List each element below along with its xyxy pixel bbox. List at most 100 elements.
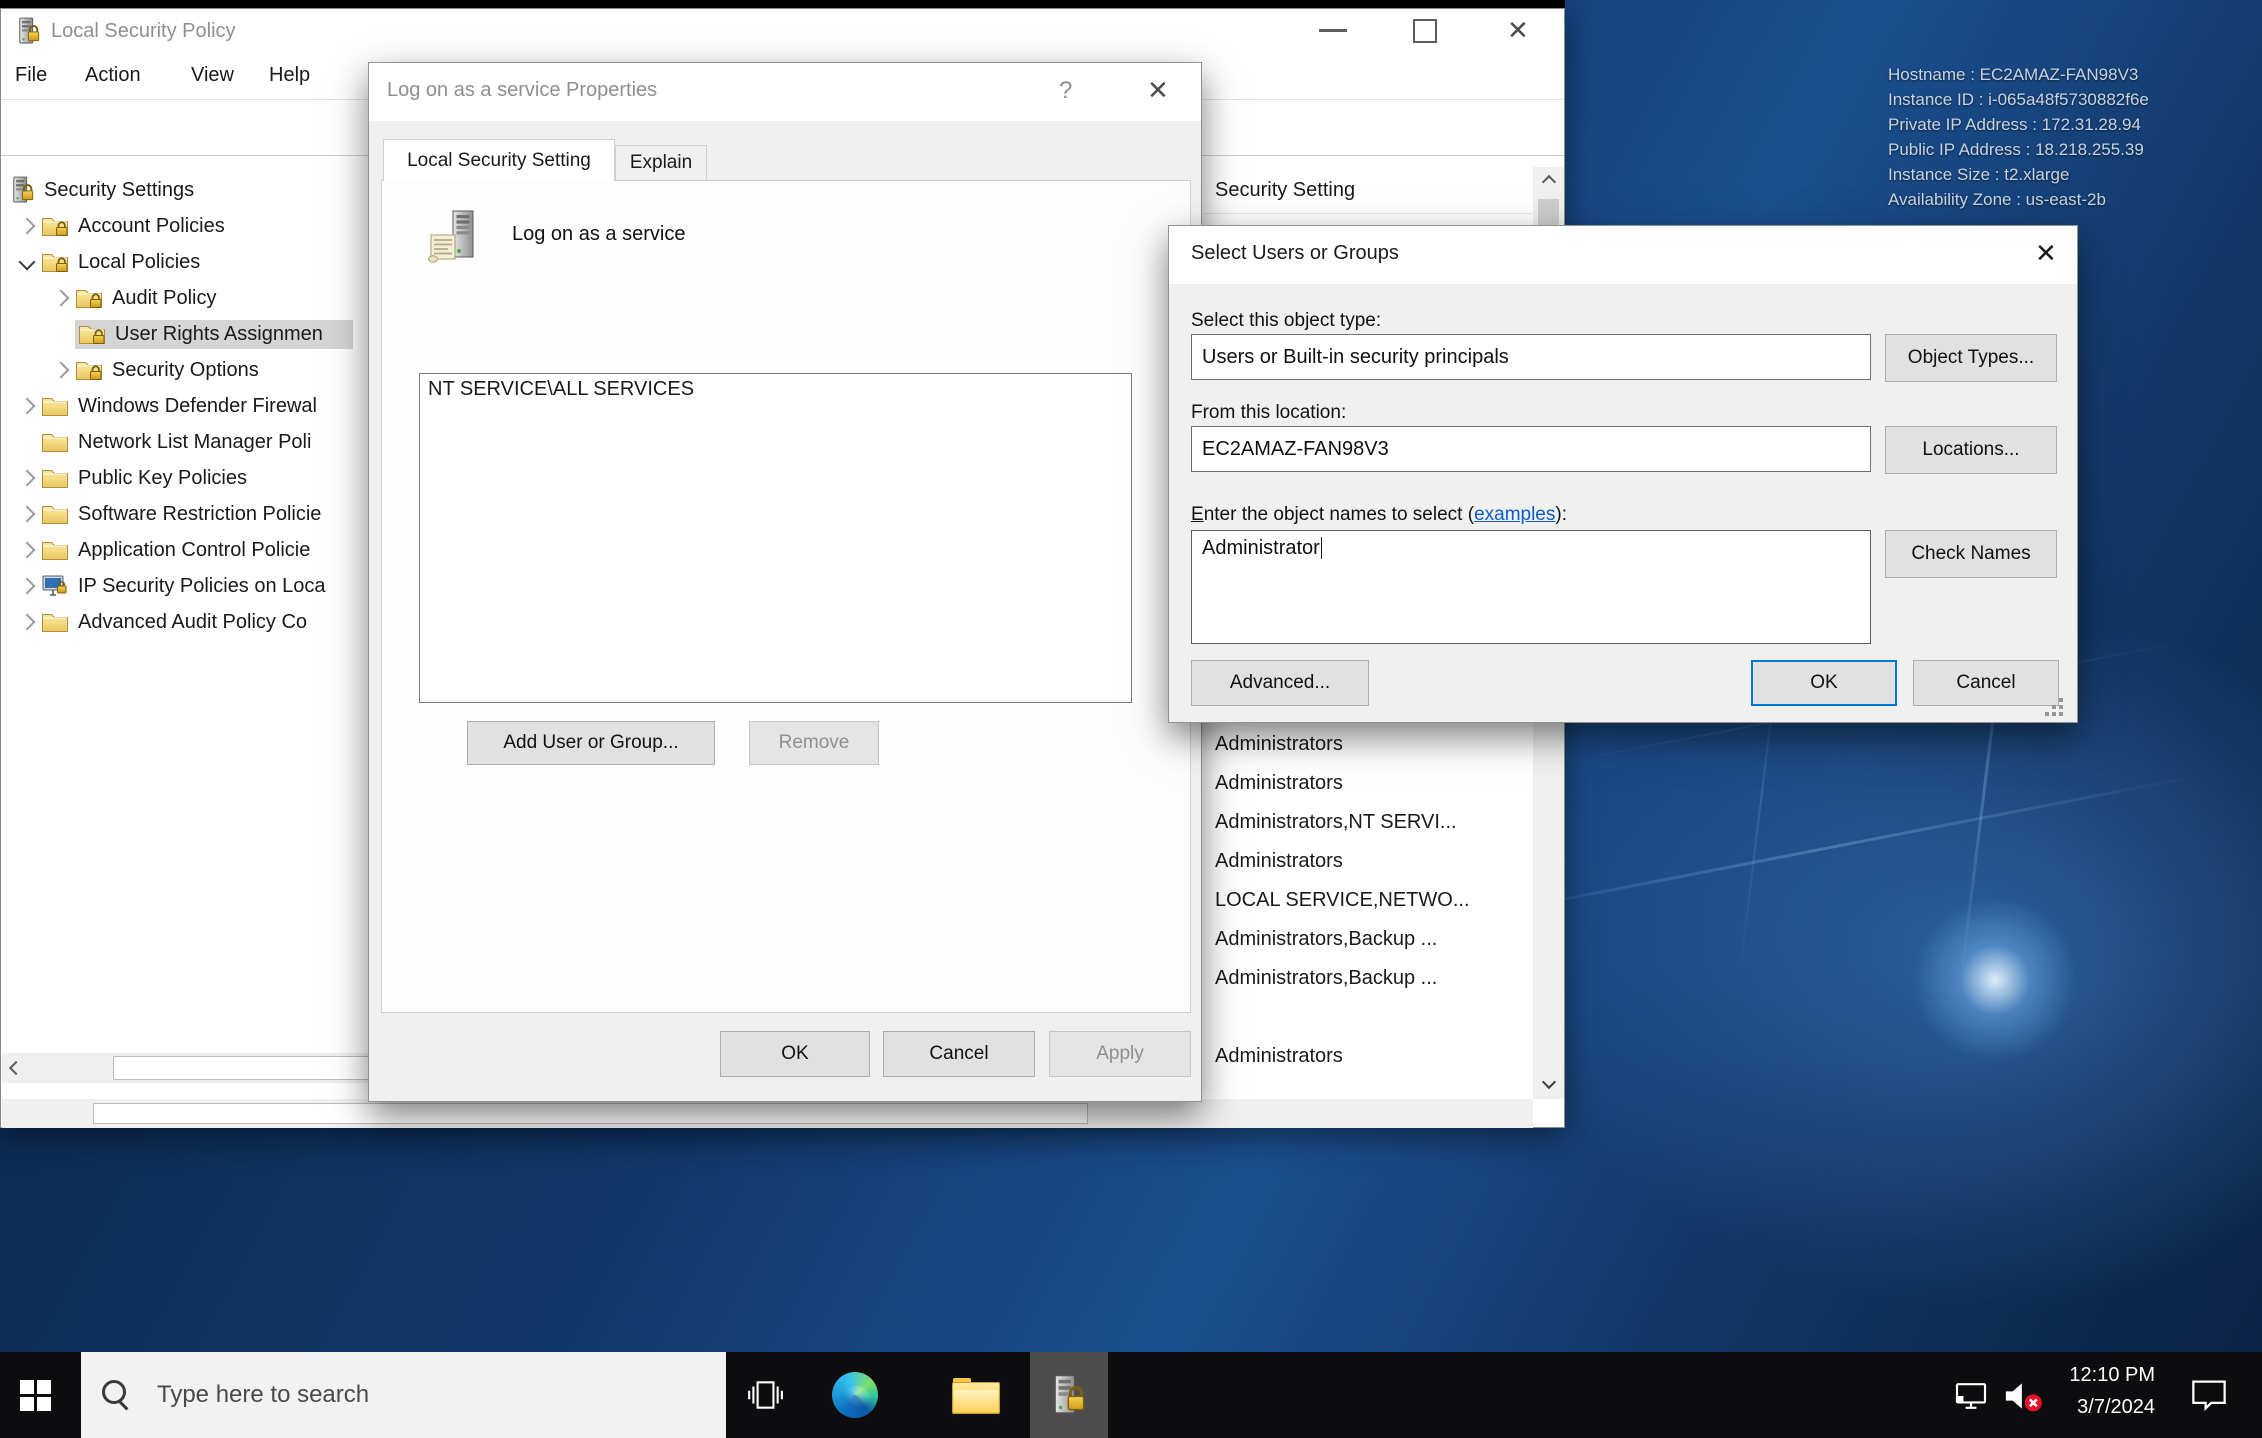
scroll-up-arrow[interactable] bbox=[1533, 167, 1564, 197]
menu-action[interactable]: Action bbox=[85, 64, 141, 87]
menu-help[interactable]: Help bbox=[269, 64, 310, 87]
network-tray-button[interactable] bbox=[1952, 1382, 1990, 1415]
ok-button[interactable]: OK bbox=[1751, 660, 1897, 706]
tree-item-public-key-policies[interactable]: Public Key Policies bbox=[13, 461, 247, 495]
tree-item-audit-policy[interactable]: Audit Policy bbox=[47, 281, 217, 315]
ipsec-policy-icon bbox=[41, 574, 69, 598]
tree-item-network-list-manager[interactable]: Network List Manager Poli bbox=[13, 425, 311, 459]
resize-grip[interactable] bbox=[2059, 698, 2063, 702]
help-button[interactable]: ? bbox=[1059, 77, 1072, 105]
log-on-as-service-properties-dialog: Log on as a service Properties ? ✕ Local… bbox=[368, 62, 1202, 1102]
remove-button[interactable]: Remove bbox=[749, 721, 879, 765]
tree-label: Public Key Policies bbox=[78, 467, 247, 490]
close-button[interactable]: ✕ bbox=[2035, 238, 2057, 269]
screen-top-strip bbox=[0, 0, 1565, 8]
tree-item-account-policies[interactable]: Account Policies bbox=[13, 209, 225, 243]
clock-time[interactable]: 12:10 PM bbox=[2020, 1364, 2155, 1387]
cancel-button[interactable]: Cancel bbox=[883, 1031, 1035, 1077]
taskbar-search-input[interactable] bbox=[81, 1352, 726, 1438]
chevron-right-icon[interactable] bbox=[13, 472, 41, 484]
object-types-button[interactable]: Object Types... bbox=[1885, 334, 2057, 382]
tree-item-advanced-audit-policy[interactable]: Advanced Audit Policy Co bbox=[13, 605, 307, 639]
local-security-policy-taskbar-button[interactable] bbox=[1030, 1352, 1108, 1438]
examples-link[interactable]: examples bbox=[1474, 504, 1555, 525]
chevron-right-icon[interactable] bbox=[13, 616, 41, 628]
tree-label: Security Options bbox=[112, 359, 259, 382]
policy-row[interactable]: Administrators,Backup ... bbox=[1203, 920, 1515, 959]
desktop: Hostname : EC2AMAZ-FAN98V3 Instance ID :… bbox=[0, 0, 2262, 1438]
tree-item-ip-security-policies[interactable]: IP Security Policies on Loca bbox=[13, 569, 326, 603]
menu-view[interactable]: View bbox=[191, 64, 234, 87]
check-names-button[interactable]: Check Names bbox=[1885, 530, 2057, 578]
tree-item-software-restriction-policies[interactable]: Software Restriction Policie bbox=[13, 497, 321, 531]
policy-row[interactable]: Administrators bbox=[1203, 1037, 1515, 1076]
dialog-titlebar: Select Users or Groups ✕ bbox=[1169, 226, 2077, 284]
task-view-button[interactable] bbox=[746, 1378, 784, 1417]
start-button[interactable] bbox=[20, 1380, 51, 1411]
scroll-left-arrow[interactable] bbox=[2, 1053, 30, 1083]
minimize-button[interactable] bbox=[1319, 29, 1347, 32]
tree-item-application-control-policies[interactable]: Application Control Policie bbox=[13, 533, 310, 567]
chevron-right-icon[interactable] bbox=[13, 508, 41, 520]
wallpaper-beam bbox=[1457, 774, 2204, 922]
scrollbar-thumb[interactable] bbox=[93, 1103, 1088, 1124]
tree-item-local-policies[interactable]: Local Policies bbox=[13, 245, 200, 279]
chevron-right-icon[interactable] bbox=[47, 292, 75, 304]
chevron-down-icon[interactable] bbox=[13, 256, 41, 268]
chevron-right-icon[interactable] bbox=[13, 220, 41, 232]
policy-row[interactable]: Administrators bbox=[1203, 725, 1515, 764]
selected-tree-item: User Rights Assignmen bbox=[75, 320, 353, 349]
members-listbox[interactable]: NT SERVICE\ALL SERVICES bbox=[419, 373, 1132, 703]
chevron-right-icon[interactable] bbox=[13, 400, 41, 412]
scroll-down-arrow[interactable] bbox=[1533, 1067, 1564, 1097]
window-titlebar: Local Security Policy ✕ bbox=[1, 9, 1564, 54]
tab-local-security-setting[interactable]: Local Security Setting bbox=[383, 139, 615, 181]
apply-button[interactable]: Apply bbox=[1049, 1031, 1191, 1077]
action-center-button[interactable] bbox=[2190, 1378, 2228, 1417]
ok-button[interactable]: OK bbox=[720, 1031, 870, 1077]
close-button[interactable]: ✕ bbox=[1507, 15, 1529, 46]
folder-icon bbox=[41, 467, 69, 489]
policy-row[interactable]: Administrators bbox=[1203, 842, 1515, 881]
maximize-button[interactable] bbox=[1413, 19, 1437, 43]
tree-label: Advanced Audit Policy Co bbox=[78, 611, 307, 634]
object-type-field[interactable]: Users or Built-in security principals bbox=[1191, 334, 1871, 380]
column-header-security-setting[interactable]: Security Setting bbox=[1203, 167, 1545, 214]
policy-row[interactable] bbox=[1203, 998, 1515, 1037]
member-item[interactable]: NT SERVICE\ALL SERVICES bbox=[420, 374, 1131, 405]
local-security-policy-icon bbox=[1051, 1374, 1087, 1416]
policy-row[interactable]: Administrators,Backup ... bbox=[1203, 959, 1515, 998]
folder-icon bbox=[41, 395, 69, 417]
chevron-right-icon[interactable] bbox=[47, 364, 75, 376]
policy-row[interactable]: Administrators bbox=[1203, 764, 1515, 803]
file-explorer-button[interactable] bbox=[952, 1378, 1000, 1414]
chevron-right-icon[interactable] bbox=[13, 580, 41, 592]
folder-lock-icon bbox=[41, 215, 69, 237]
cancel-button[interactable]: Cancel bbox=[1913, 660, 2059, 706]
tab-explain[interactable]: Explain bbox=[615, 145, 707, 181]
folder-icon bbox=[41, 431, 69, 453]
chevron-right-icon[interactable] bbox=[13, 544, 41, 556]
tree-item-user-rights-assignment[interactable]: User Rights Assignmen bbox=[47, 317, 353, 351]
close-button[interactable]: ✕ bbox=[1147, 75, 1169, 106]
action-center-icon bbox=[2190, 1378, 2228, 1412]
tree-label: Network List Manager Poli bbox=[78, 431, 311, 454]
folder-lock-icon bbox=[75, 359, 103, 381]
windows-logo-icon bbox=[20, 1380, 51, 1411]
tree-item-security-settings[interactable]: Security Settings bbox=[11, 173, 194, 207]
add-user-or-group-button[interactable]: Add User or Group... bbox=[467, 721, 715, 765]
locations-button[interactable]: Locations... bbox=[1885, 426, 2057, 474]
policy-row[interactable]: Administrators,NT SERVI... bbox=[1203, 803, 1515, 842]
location-field[interactable]: EC2AMAZ-FAN98V3 bbox=[1191, 426, 1871, 472]
object-names-input[interactable]: Administrator bbox=[1191, 530, 1871, 644]
tree-item-security-options[interactable]: Security Options bbox=[47, 353, 259, 387]
policy-row[interactable]: LOCAL SERVICE,NETWO... bbox=[1203, 881, 1515, 920]
tree-item-windows-defender-firewall[interactable]: Windows Defender Firewal bbox=[13, 389, 317, 423]
object-type-label: Select this object type: bbox=[1191, 310, 1381, 332]
task-view-icon bbox=[746, 1378, 784, 1412]
edge-taskbar-button[interactable] bbox=[832, 1372, 878, 1418]
advanced-button[interactable]: Advanced... bbox=[1191, 660, 1369, 706]
menu-file[interactable]: File bbox=[15, 64, 47, 87]
clock-date[interactable]: 3/7/2024 bbox=[2020, 1396, 2155, 1419]
tab-label: Local Security Setting bbox=[407, 150, 591, 172]
